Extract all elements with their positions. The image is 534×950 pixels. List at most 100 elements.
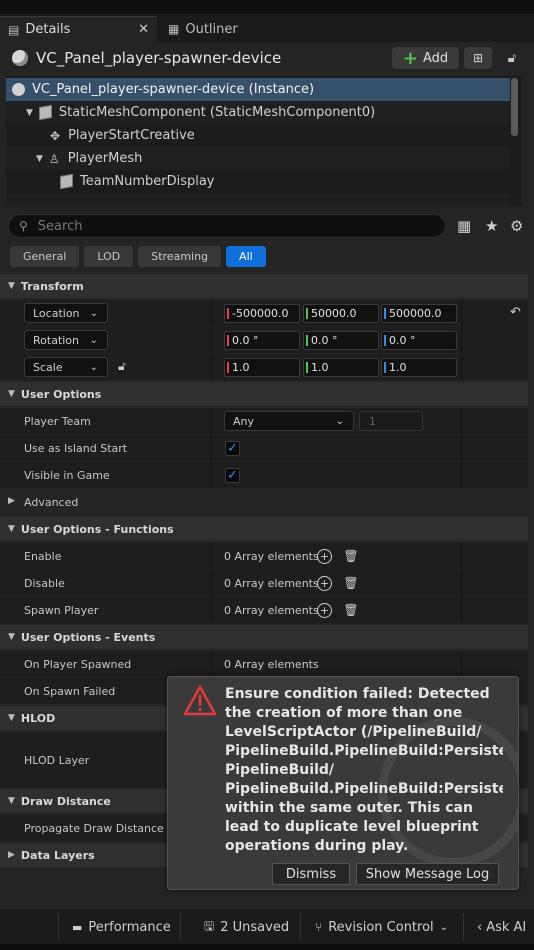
filter-all[interactable]: All — [226, 246, 266, 267]
blueprint-button[interactable]: ⊞ — [464, 47, 492, 69]
status-separator — [300, 913, 301, 941]
player-team-number[interactable]: 1 — [359, 411, 423, 431]
tab-details-label: Details — [25, 22, 71, 37]
trash-icon[interactable]: 🗑︎ — [343, 575, 358, 591]
column-divider — [461, 435, 462, 461]
tree-item-teamnumber[interactable]: TeamNumberDisplay — [6, 170, 510, 193]
expand-arrow-icon: ▶ — [8, 496, 15, 506]
filter-lod[interactable]: LOD — [84, 246, 134, 267]
filter-bar: General LOD Streaming All — [10, 246, 271, 267]
on-player-spawned-label: On Player Spawned — [24, 657, 132, 671]
scale-z-field[interactable]: 1.0 — [381, 358, 457, 377]
column-divider — [211, 651, 212, 677]
outliner-icon: ▦ — [168, 22, 180, 36]
column-divider — [211, 597, 212, 623]
column-divider — [211, 327, 212, 353]
filter-general[interactable]: General — [10, 246, 80, 267]
panel-tab-bar: ▤ Details ✕ ▦ Outliner — [0, 14, 534, 42]
scale-mode-dropdown[interactable]: Scale ⌄ — [24, 357, 108, 377]
tree-item-playerstart[interactable]: ✥ PlayerStartCreative — [6, 124, 510, 147]
add-element-icon[interactable]: + — [317, 576, 332, 591]
search-icon: ⚲ — [19, 219, 28, 233]
section-title: Data Layers — [20, 848, 95, 862]
tab-outliner[interactable]: ▦ Outliner — [160, 16, 280, 42]
location-x-value: -500000.0 — [232, 307, 289, 320]
lock-icon[interactable]: 🔓︎ — [500, 47, 524, 69]
column-divider — [211, 408, 212, 434]
dismiss-button[interactable]: Dismiss — [272, 863, 350, 885]
performance-button[interactable]: ▬ Performance — [72, 909, 171, 945]
reset-icon[interactable]: ↶ — [510, 305, 521, 320]
tab-details[interactable]: ▤ Details ✕ — [0, 16, 157, 42]
column-divider — [461, 354, 462, 380]
ask-ai-button[interactable]: ‹ Ask AI — [477, 909, 526, 945]
gear-icon[interactable]: ⚙ — [510, 217, 523, 235]
section-user-options[interactable]: ▼ User Options — [0, 382, 528, 406]
add-label: Add — [422, 50, 449, 66]
column-divider — [461, 543, 462, 569]
tree-item-label: PlayerMesh — [67, 151, 143, 166]
add-component-button[interactable]: + Add — [392, 47, 459, 69]
chevron-down-icon: ⌄ — [89, 361, 98, 373]
close-icon[interactable]: ✕ — [138, 22, 149, 37]
tree-item-staticmesh[interactable]: ▼ StaticMeshComponent (StaticMeshCompone… — [6, 101, 510, 124]
scale-y-field[interactable]: 1.0 — [303, 358, 379, 377]
island-start-checkbox[interactable]: ✓ — [225, 441, 240, 456]
location-x-field[interactable]: -500000.0 — [224, 304, 300, 323]
on-spawn-failed-label: On Spawn Failed — [24, 684, 116, 698]
add-element-icon[interactable]: + — [317, 603, 332, 618]
location-y-field[interactable]: 50000.0 — [303, 304, 379, 323]
location-z-field[interactable]: 500000.0 — [381, 304, 457, 323]
section-functions[interactable]: ▼ User Options - Functions — [0, 517, 528, 541]
notification-message: Ensure condition failed: Detected the cr… — [225, 686, 503, 854]
column-divider — [211, 462, 212, 488]
expand-arrow-icon: ▼ — [8, 713, 15, 723]
column-divider — [211, 300, 212, 326]
search-input[interactable]: ⚲ Search — [8, 214, 446, 238]
chevron-left-icon: ‹ — [477, 919, 483, 935]
z-axis-marker — [384, 362, 386, 373]
star-icon[interactable]: ★ — [485, 217, 498, 235]
show-message-log-button[interactable]: Show Message Log — [356, 863, 499, 885]
enable-label: Enable — [24, 549, 62, 563]
rotation-z-field[interactable]: 0.0 ° — [381, 331, 457, 350]
add-element-icon[interactable]: + — [317, 549, 332, 564]
tree-item-instance[interactable]: VC_Panel_player-spawner-device (Instance… — [6, 78, 510, 101]
collapse-arrow-icon[interactable]: ▼ — [36, 154, 43, 164]
trash-icon[interactable]: 🗑︎ — [343, 602, 358, 618]
scale-x-field[interactable]: 1.0 — [224, 358, 300, 377]
property-visible-in-game: Visible in Game ✓ — [0, 462, 528, 488]
lock-icon[interactable]: 🔓︎ — [118, 359, 126, 374]
property-on-player-spawned: On Player Spawned 0 Array elements — [0, 651, 528, 677]
rotation-mode-dropdown[interactable]: Rotation ⌄ — [24, 330, 108, 350]
visible-checkbox[interactable]: ✓ — [225, 468, 240, 483]
hierarchy-icon: ⊞ — [472, 51, 484, 65]
section-events[interactable]: ▼ User Options - Events — [0, 625, 528, 649]
column-divider — [461, 327, 462, 353]
advanced-row[interactable]: ▶ Advanced — [0, 489, 528, 515]
section-title: Draw Distance — [20, 794, 111, 808]
table-view-icon[interactable]: ▦ — [457, 217, 471, 235]
property-scale: Scale ⌄ 🔓︎ 1.0 1.0 1.0 — [0, 354, 528, 380]
spawn-player-value: 0 Array elements — [224, 603, 319, 617]
player-team-dropdown[interactable]: Any ⌄ — [224, 411, 354, 431]
rotation-x-field[interactable]: 0.0 ° — [224, 331, 300, 350]
column-divider — [461, 597, 462, 623]
rotation-y-field[interactable]: 0.0 ° — [303, 331, 379, 350]
unsaved-button[interactable]: 🖫 2 Unsaved — [204, 909, 289, 945]
y-axis-marker — [306, 308, 308, 319]
visible-label: Visible in Game — [24, 468, 110, 482]
tree-scrollbar[interactable] — [511, 78, 518, 136]
section-transform[interactable]: ▼ Transform — [0, 274, 528, 298]
filter-streaming[interactable]: Streaming — [138, 246, 222, 267]
player-start-icon: ✥ — [50, 128, 61, 143]
revision-control-button[interactable]: ⑂ Revision Control ⌄ — [315, 909, 448, 945]
trash-icon[interactable]: 🗑︎ — [343, 548, 358, 564]
component-tree: VC_Panel_player-spawner-device (Instance… — [6, 76, 522, 206]
property-spawn-player: Spawn Player 0 Array elements + 🗑︎ — [0, 597, 528, 623]
property-location: Location ⌄ -500000.0 50000.0 500000.0 ↶ — [0, 300, 528, 326]
spawn-player-label: Spawn Player — [24, 603, 99, 617]
location-mode-dropdown[interactable]: Location ⌄ — [24, 303, 108, 323]
collapse-arrow-icon[interactable]: ▼ — [26, 108, 33, 118]
tree-item-playermesh[interactable]: ▼ ♙ PlayerMesh — [6, 147, 510, 170]
